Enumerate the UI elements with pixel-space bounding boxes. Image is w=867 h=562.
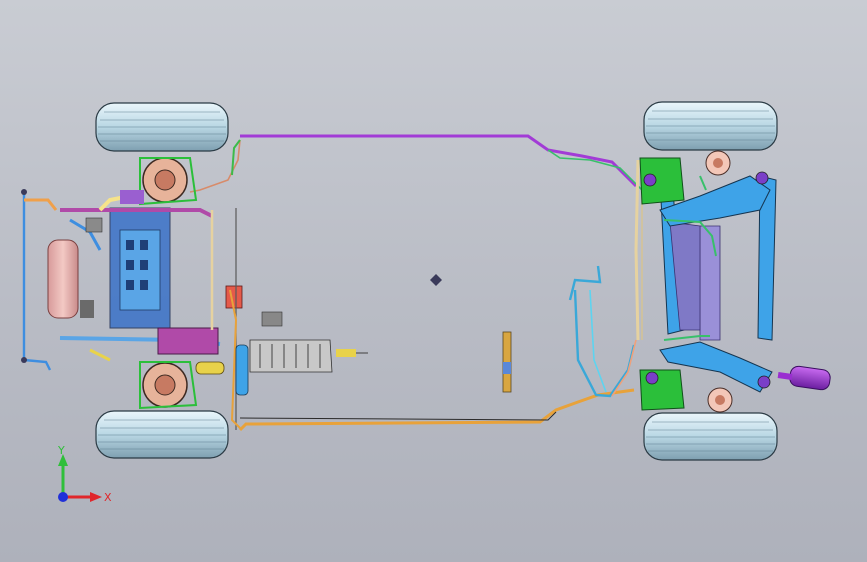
center-clip (430, 274, 442, 286)
tire-rear-left (95, 410, 229, 459)
rear-suspension-assembly (639, 150, 831, 413)
y-axis-label: Y (57, 444, 65, 457)
chassis-model[interactable]: Y X (0, 0, 867, 562)
tire-front-right (643, 101, 778, 151)
x-axis-label: X (104, 491, 112, 504)
tire-rear-right (643, 412, 778, 461)
tire-front-left (95, 102, 229, 152)
front-suspension-assembly (21, 157, 368, 430)
z-axis-dot (58, 492, 68, 502)
x-axis-arrow-icon (90, 492, 102, 502)
brake-line-upper (189, 134, 645, 193)
tunnel-lines (568, 159, 643, 398)
fuel-line-lower (238, 388, 635, 432)
cad-viewport[interactable]: Y X (0, 0, 867, 562)
fuel-filter (502, 331, 512, 393)
